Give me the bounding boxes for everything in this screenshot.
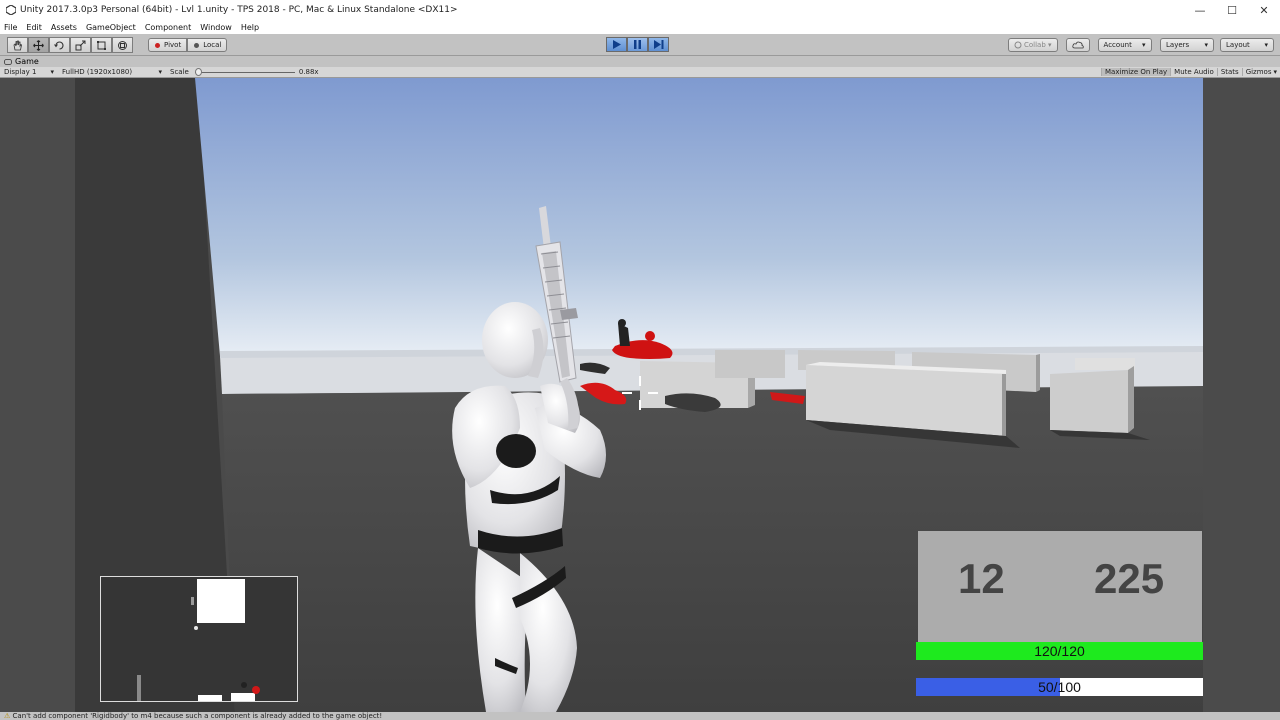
scale-label: Scale — [170, 68, 189, 76]
window-title-bar: Unity 2017.3.0p3 Personal (64bit) - Lvl … — [0, 0, 1280, 20]
game-viewport[interactable]: 12 225 120/120 50/100 — [0, 78, 1280, 712]
local-icon — [194, 42, 200, 48]
chevron-down-icon: ▾ — [50, 68, 54, 76]
gizmos-label: Gizmos — [1245, 68, 1272, 76]
sky — [195, 78, 1203, 356]
menu-edit[interactable]: Edit — [26, 23, 42, 32]
cloud-button[interactable] — [1065, 38, 1090, 52]
resolution-dropdown[interactable]: FullHD (1920x1080) ▾ — [58, 68, 166, 76]
unity-logo-icon — [5, 4, 17, 16]
game-view-toolbar: Display 1 ▾ FullHD (1920x1080) ▾ Scale 0… — [0, 67, 1280, 78]
menu-help[interactable]: Help — [241, 23, 259, 32]
step-icon — [653, 40, 663, 49]
transform-tool-button[interactable] — [112, 37, 133, 53]
layout-label: Layout — [1226, 41, 1250, 49]
display-label: Display 1 — [4, 68, 37, 76]
chevron-down-icon: ▾ — [1204, 41, 1208, 49]
rect-transform-icon — [97, 40, 106, 50]
scale-icon — [75, 40, 86, 50]
layers-dropdown[interactable]: Layers ▾ — [1160, 38, 1214, 52]
local-toggle[interactable]: Local — [187, 38, 228, 52]
scale-slider-track — [194, 71, 295, 73]
menu-bar: File Edit Assets GameObject Component Wi… — [0, 20, 1280, 34]
move-icon — [33, 39, 44, 51]
scale-value: 0.88x — [298, 68, 319, 76]
warning-icon: ⚠ — [4, 712, 13, 720]
left-letterbox — [0, 78, 75, 712]
mute-audio-toggle[interactable]: Mute Audio — [1170, 68, 1217, 76]
cloud-icon — [1071, 41, 1084, 49]
hand-tool-button[interactable] — [7, 37, 28, 53]
main-toolbar: Pivot Local Collab ▾ Account ▾ Layers ▾ … — [0, 34, 1280, 56]
window-title: Unity 2017.3.0p3 Personal (64bit) - Lvl … — [20, 5, 458, 15]
collab-icon — [1014, 41, 1022, 49]
health-bar: 120/120 — [916, 642, 1203, 660]
layers-label: Layers — [1166, 41, 1190, 49]
stamina-text: 50/100 — [1038, 679, 1081, 695]
chevron-down-icon: ▾ — [1273, 68, 1277, 76]
account-label: Account — [1103, 41, 1132, 49]
layout-dropdown[interactable]: Layout ▾ — [1220, 38, 1274, 52]
display-dropdown[interactable]: Display 1 ▾ — [0, 68, 58, 76]
menu-assets[interactable]: Assets — [51, 23, 77, 32]
right-letterbox — [1203, 78, 1280, 712]
collab-button[interactable]: Collab ▾ — [1008, 38, 1058, 52]
close-button[interactable]: ✕ — [1248, 0, 1280, 20]
game-tab[interactable]: Game — [0, 56, 1280, 67]
collab-label: Collab ▾ — [1024, 41, 1052, 49]
pivot-label: Pivot — [164, 41, 182, 49]
hand-icon — [13, 40, 22, 50]
pivot-controls: Pivot Local — [148, 38, 228, 54]
pause-button[interactable] — [627, 37, 648, 52]
transform-icon — [118, 40, 127, 50]
minimize-button[interactable]: — — [1184, 0, 1216, 20]
playmode-controls — [606, 37, 669, 53]
minimap — [100, 576, 298, 702]
stamina-bar: 50/100 — [916, 678, 1203, 696]
maximize-on-play-toggle[interactable]: Maximize On Play — [1101, 68, 1171, 76]
transform-tools — [7, 37, 133, 53]
scale-slider-thumb[interactable] — [194, 68, 202, 76]
layout-controls: Layers ▾ Layout ▾ — [1160, 38, 1274, 54]
status-message: Can't add component 'Rigidbody' to m4 be… — [12, 712, 383, 720]
local-label: Local — [203, 41, 222, 49]
play-icon — [613, 40, 621, 49]
step-button[interactable] — [648, 37, 669, 52]
console-status-bar[interactable]: ⚠ Can't add component 'Rigidbody' to m4 … — [0, 712, 1280, 720]
rect-tool-button[interactable] — [91, 37, 112, 53]
menu-window[interactable]: Window — [200, 23, 232, 32]
pivot-icon — [155, 42, 160, 48]
chevron-down-icon: ▾ — [1264, 41, 1268, 49]
menu-file[interactable]: File — [4, 23, 17, 32]
pivot-toggle[interactable]: Pivot — [148, 38, 188, 52]
ammo-panel: 12 225 — [918, 531, 1202, 643]
move-tool-button[interactable] — [28, 37, 49, 53]
minimap-content — [101, 577, 297, 701]
chevron-down-icon: ▾ — [1142, 41, 1146, 49]
game-controller-icon — [4, 58, 12, 65]
ammo-clip-count: 12 — [958, 555, 1005, 602]
account-dropdown[interactable]: Account ▾ — [1097, 38, 1152, 52]
scale-slider[interactable] — [194, 68, 295, 76]
play-button[interactable] — [606, 37, 627, 52]
pause-icon — [634, 40, 641, 49]
menu-component[interactable]: Component — [145, 23, 191, 32]
stats-toggle[interactable]: Stats — [1216, 68, 1242, 76]
gizmos-dropdown[interactable]: Gizmos ▾ — [1241, 68, 1280, 76]
resolution-label: FullHD (1920x1080) — [62, 68, 133, 76]
rotate-tool-button[interactable] — [49, 37, 70, 53]
services-controls: Collab ▾ Account ▾ — [1008, 38, 1152, 54]
game-tab-label: Game — [15, 57, 39, 66]
chevron-down-icon: ▾ — [158, 68, 162, 76]
menu-gameobject[interactable]: GameObject — [86, 23, 136, 32]
scale-tool-button[interactable] — [70, 37, 91, 53]
ammo-total-count: 225 — [1094, 555, 1165, 602]
health-text: 120/120 — [1034, 643, 1085, 659]
maximize-button[interactable]: ☐ — [1216, 0, 1248, 20]
rotate-icon — [54, 40, 64, 50]
